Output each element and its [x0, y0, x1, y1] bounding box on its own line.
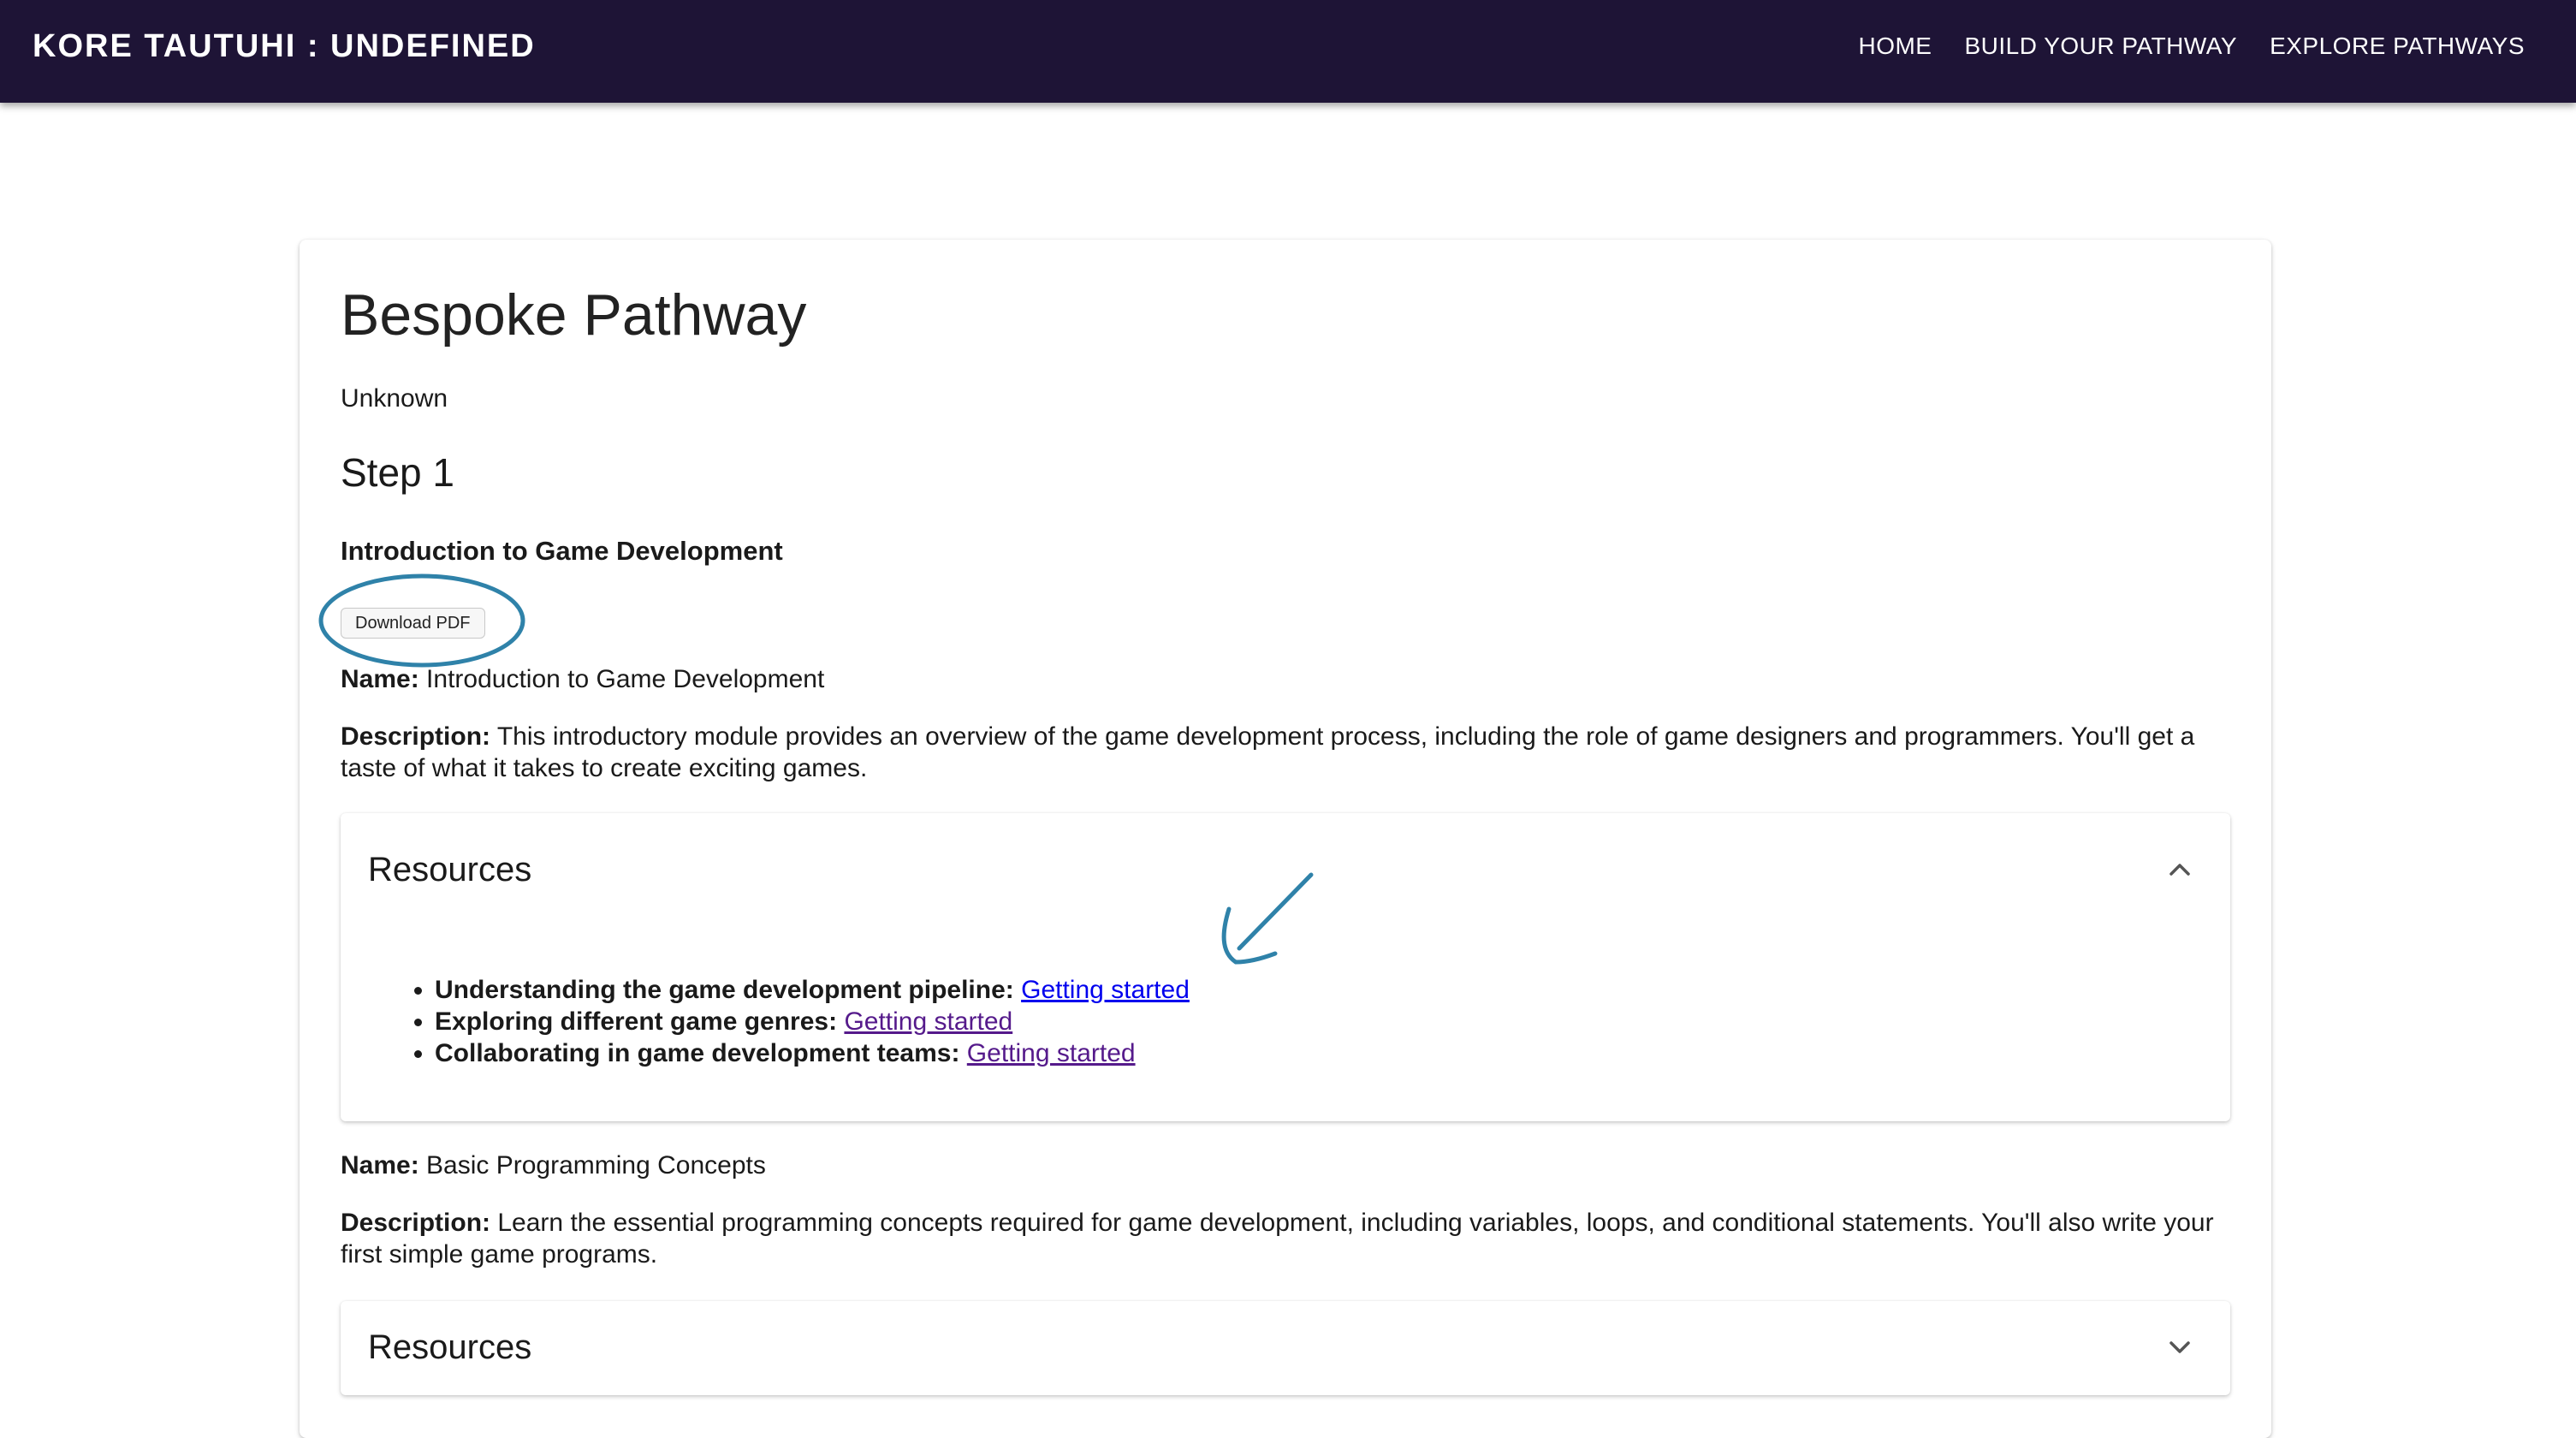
- module-description: Description: This introductory module pr…: [341, 721, 2241, 784]
- description-label: Description:: [341, 1209, 491, 1237]
- page-title: Bespoke Pathway: [341, 282, 807, 348]
- resource-label: Exploring different game genres:: [435, 1007, 838, 1036]
- description-text: This introductory module provides an ove…: [341, 722, 2195, 782]
- resource-label: Collaborating in game development teams:: [435, 1039, 960, 1067]
- nav-build-your-pathway[interactable]: BUILD YOUR PATHWAY: [1964, 31, 2237, 62]
- module-heading: Introduction to Game Development: [341, 536, 783, 566]
- resources-accordion: Resources: [341, 1301, 2230, 1395]
- download-pdf-button[interactable]: Download PDF: [341, 608, 485, 639]
- description-text: Learn the essential programming concepts…: [341, 1209, 2214, 1269]
- resource-item: Understanding the game development pipel…: [435, 974, 1190, 1006]
- chevron-up-icon[interactable]: [2167, 859, 2193, 880]
- name-label: Name:: [341, 665, 419, 693]
- chevron-down-icon[interactable]: [2167, 1337, 2193, 1358]
- pathway-card: Bespoke Pathway Unknown Step 1 Introduct…: [300, 240, 2271, 1438]
- accordion-title[interactable]: Resources: [368, 1327, 531, 1368]
- resources-accordion: Resources Understanding the game develop…: [341, 813, 2230, 1121]
- resource-link[interactable]: Getting started: [967, 1039, 1136, 1067]
- module-name-row: Name: Introduction to Game Development: [341, 664, 824, 695]
- description-label: Description:: [341, 722, 491, 751]
- accordion-title[interactable]: Resources: [368, 849, 531, 890]
- nav-menu: HOME BUILD YOUR PATHWAY EXPLORE PATHWAYS: [1825, 31, 2525, 62]
- app-bar: KORE TAUTUHI : UNDEFINED HOME BUILD YOUR…: [0, 0, 2576, 103]
- module-name-row: Name: Basic Programming Concepts: [341, 1150, 766, 1181]
- nav-explore-pathways[interactable]: EXPLORE PATHWAYS: [2270, 31, 2525, 62]
- name-label: Name:: [341, 1151, 419, 1180]
- resource-item: Exploring different game genres: Getting…: [435, 1006, 1190, 1037]
- step-title: Step 1: [341, 450, 454, 495]
- resource-link[interactable]: Getting started: [844, 1007, 1012, 1036]
- module-name: Introduction to Game Development: [426, 665, 825, 693]
- resource-label: Understanding the game development pipel…: [435, 976, 1014, 1004]
- app-brand[interactable]: KORE TAUTUHI : UNDEFINED: [33, 26, 536, 67]
- pathway-subtitle: Unknown: [341, 384, 448, 413]
- resource-item: Collaborating in game development teams:…: [435, 1037, 1190, 1069]
- resource-list: Understanding the game development pipel…: [409, 974, 1190, 1069]
- module-name: Basic Programming Concepts: [426, 1151, 766, 1180]
- resource-link[interactable]: Getting started: [1021, 976, 1190, 1004]
- module-description: Description: Learn the essential program…: [341, 1207, 2241, 1270]
- nav-home[interactable]: HOME: [1858, 31, 1932, 62]
